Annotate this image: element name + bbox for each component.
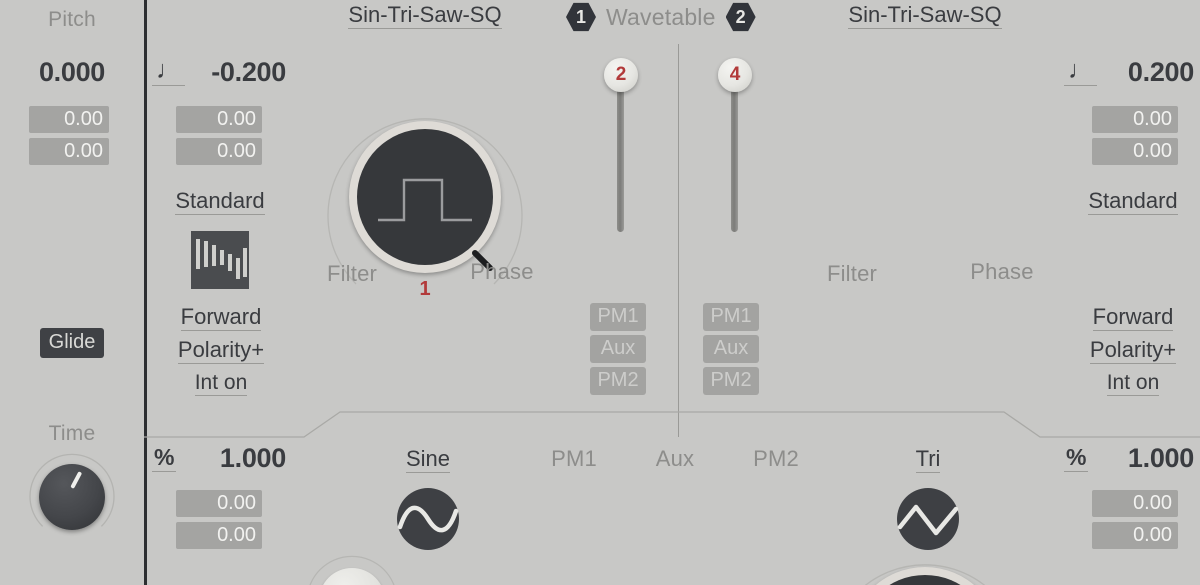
osc-right-mode-select[interactable]: Standard	[1088, 188, 1178, 215]
osc-right-level-mod-a[interactable]: 0.00	[1092, 490, 1178, 517]
osc-left-tune-value[interactable]: -0.200	[186, 57, 286, 88]
osc-left-polarity-wrap: Polarity+	[152, 337, 290, 364]
osc-right-interp-select[interactable]: Int on	[1106, 371, 1160, 396]
synth-oscillator-panel: Pitch 0.000 0.00 0.00 Glide Time 1 Wavet…	[0, 0, 1200, 585]
osc-right-level-mod-b[interactable]: 0.00	[1092, 522, 1178, 549]
time-knob[interactable]	[28, 453, 116, 541]
osc-right-tune-int: 0	[1127, 57, 1143, 87]
osc-left-routing-pm1[interactable]: PM1	[590, 303, 646, 331]
wavetable-title: Wavetable	[606, 3, 716, 30]
wavetable-slider-2[interactable]: 4	[718, 58, 752, 238]
pitch-mod-a[interactable]: 0.00	[29, 106, 109, 133]
osc-left-routing-pm2[interactable]: PM2	[590, 367, 646, 395]
osc-right-routing: PM1 Aux PM2	[703, 303, 759, 395]
osc-right-phase-label: Phase	[970, 259, 1034, 284]
osc-left-level-value[interactable]: 1.000	[186, 443, 286, 474]
sidebar-divider	[144, 0, 147, 585]
wavetable-slider-2-track[interactable]	[731, 80, 738, 232]
osc-right-triangle-wave-icon[interactable]	[896, 487, 960, 556]
osc-left-tune-mod-b[interactable]: 0.00	[176, 138, 262, 165]
osc-right-level-int: 1	[1127, 443, 1143, 473]
bottom-section-outline	[144, 411, 1200, 438]
osc-right-direction-wrap: Forward	[1064, 304, 1200, 331]
osc-right-routing-pm1[interactable]: PM1	[703, 303, 759, 331]
osc-right-level-unit[interactable]: %	[1064, 444, 1089, 472]
osc-right-wave-select[interactable]: Sin-Tri-Saw-SQ	[848, 2, 1002, 29]
aux-knob-label: Aux	[655, 446, 695, 471]
osc-left-level-mod-a[interactable]: 0.00	[176, 490, 262, 517]
pitch-value[interactable]: 0.000	[0, 57, 144, 88]
osc-left-level-frac: .000	[234, 443, 287, 473]
percent-icon: %	[1064, 444, 1089, 472]
osc-left-mode-wrap: Standard	[155, 188, 285, 215]
pitch-mod-b[interactable]: 0.00	[29, 138, 109, 165]
osc-left-direction-wrap: Forward	[152, 304, 290, 331]
osc-left-waveform-select[interactable]: Sine	[405, 446, 451, 473]
time-label: Time	[48, 422, 96, 445]
pitch-label: Pitch	[48, 8, 96, 31]
pm2-knob-label: PM2	[753, 446, 799, 471]
osc-left-mode-select[interactable]: Standard	[175, 188, 265, 215]
osc-right-level-frac: .000	[1142, 443, 1195, 473]
osc-left-tune-mod-a[interactable]: 0.00	[176, 106, 262, 133]
osc-right-routing-aux[interactable]: Aux	[703, 335, 759, 363]
time-knob-cap	[39, 464, 105, 530]
wavetable-slider-1-handle[interactable]: 2	[604, 58, 638, 92]
osc-left-tune-unit[interactable]: ♩	[152, 58, 185, 86]
quarter-note-icon: ♩	[152, 58, 185, 86]
wavetable-badge-1[interactable]: 1	[566, 2, 596, 32]
osc-right-tune-unit[interactable]: ♩	[1064, 58, 1097, 86]
osc-left-level-int: 1	[219, 443, 235, 473]
oscillator-divider	[678, 44, 679, 437]
osc-left-polarity-select[interactable]: Polarity+	[177, 337, 265, 364]
wavetable-slider-1-track[interactable]	[617, 80, 624, 232]
sidebar: Pitch 0.000 0.00 0.00 Glide Time	[0, 0, 144, 585]
osc-right-tune-frac: .200	[1142, 57, 1195, 87]
osc-left-direction-select[interactable]: Forward	[180, 304, 262, 331]
osc-right-waveform-select[interactable]: Tri	[915, 446, 941, 473]
osc-right-direction-select[interactable]: Forward	[1092, 304, 1174, 331]
osc-right-wave-select-wrap: Sin-Tri-Saw-SQ	[830, 2, 1020, 29]
osc-right-waveform-wrap: Tri	[868, 446, 988, 473]
pitch-value-frac: .000	[53, 57, 106, 87]
osc-left-level-unit[interactable]: %	[152, 444, 177, 472]
osc-right-tune-mod-a[interactable]: 0.00	[1092, 106, 1178, 133]
osc-left-routing: PM1 Aux PM2	[590, 303, 646, 395]
osc-left-filter-label: Filter	[326, 261, 378, 286]
osc-left-waveform-wrap: Sine	[368, 446, 488, 473]
osc-left-wave-select[interactable]: Sin-Tri-Saw-SQ	[348, 2, 502, 29]
wavetable-slider-1[interactable]: 2	[604, 58, 638, 238]
osc-right-interp-wrap: Int on	[1064, 371, 1200, 396]
wavetable-badge-2[interactable]: 2	[725, 2, 756, 32]
osc-right-tune-mod-b[interactable]: 0.00	[1092, 138, 1178, 165]
osc-left-sine-wave-icon[interactable]	[396, 487, 460, 556]
glide-button-wrap: Glide	[0, 328, 144, 358]
quarter-note-icon: ♩	[1064, 58, 1097, 86]
osc-left-interp-select[interactable]: Int on	[194, 371, 248, 396]
osc-right-polarity-wrap: Polarity+	[1064, 337, 1200, 364]
glide-button[interactable]: Glide	[39, 328, 105, 358]
osc-right-polarity-select[interactable]: Polarity+	[1089, 337, 1177, 364]
osc-right-routing-pm2[interactable]: PM2	[703, 367, 759, 395]
osc-left-phase-label: Phase	[470, 259, 534, 284]
osc-right-filter-label: Filter	[826, 261, 878, 286]
pm1-knob-label: PM1	[551, 446, 597, 471]
osc-left-routing-aux[interactable]: Aux	[590, 335, 646, 363]
osc-left-level-mod-b[interactable]: 0.00	[176, 522, 262, 549]
osc-left-tune-int: -0	[211, 57, 235, 87]
wavetable-slider-2-handle[interactable]: 4	[718, 58, 752, 92]
percent-icon: %	[152, 444, 177, 472]
osc-right-level-value[interactable]: 1.000	[1098, 443, 1194, 474]
osc-left-interp-wrap: Int on	[152, 371, 290, 396]
pitch-value-int: 0	[38, 57, 54, 87]
osc-left-filter-knob[interactable]	[305, 554, 399, 585]
osc-left-wave-select-wrap: Sin-Tri-Saw-SQ	[330, 2, 520, 29]
osc-right-mode-wrap: Standard	[1068, 188, 1198, 215]
osc-left-harmonic-bars-icon[interactable]	[191, 231, 249, 289]
osc-left-tune-frac: .200	[234, 57, 287, 87]
osc-right-tune-value[interactable]: 0.200	[1098, 57, 1194, 88]
wavetable-header: 1 Wavetable 2	[566, 2, 756, 32]
